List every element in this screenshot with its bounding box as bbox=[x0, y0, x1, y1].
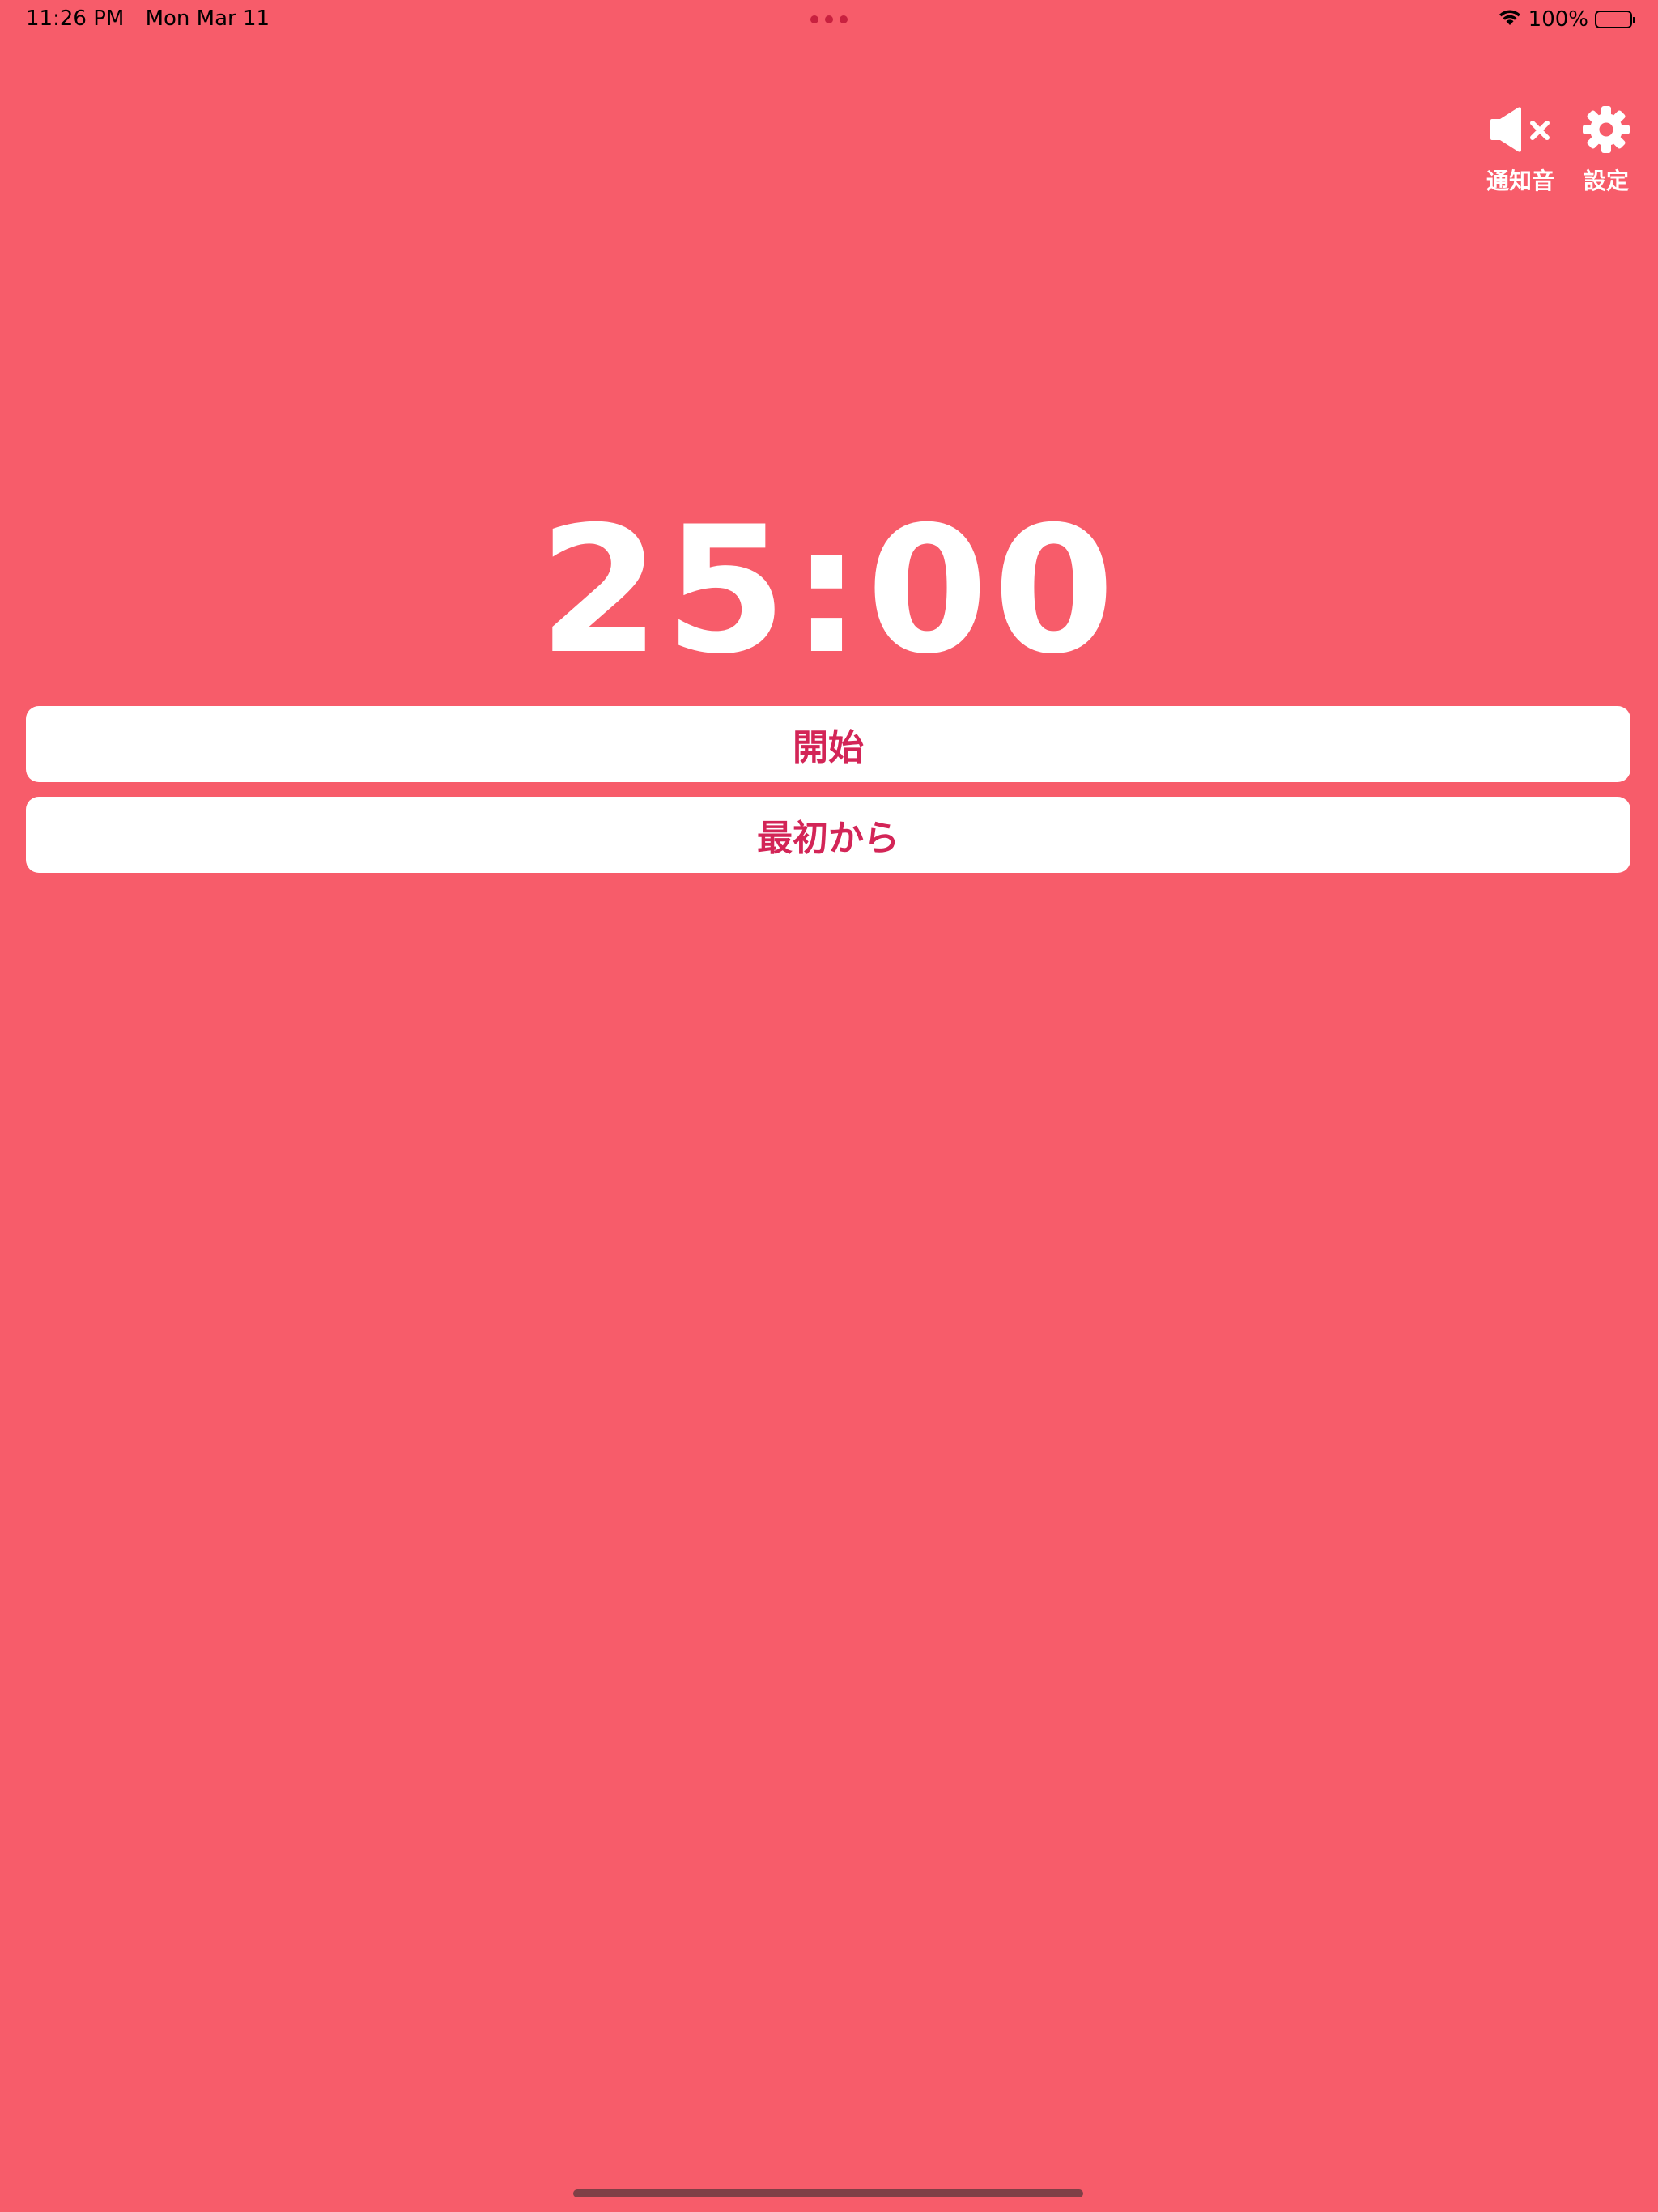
gear-icon bbox=[1582, 104, 1630, 155]
status-bar: 11:26 PM Mon Mar 11 100% bbox=[0, 0, 1658, 39]
status-left: 11:26 PM Mon Mar 11 bbox=[26, 6, 270, 31]
status-right: 100% bbox=[1498, 6, 1635, 32]
settings-button[interactable]: 設定 bbox=[1582, 104, 1630, 196]
battery-full-icon bbox=[1595, 11, 1635, 28]
status-time: 11:26 PM bbox=[26, 6, 125, 31]
top-controls: 通知音 設定 bbox=[1486, 104, 1630, 196]
multitasking-menu-icon[interactable] bbox=[810, 15, 848, 23]
sound-toggle-button[interactable]: 通知音 bbox=[1486, 104, 1554, 196]
battery-percent: 100% bbox=[1528, 7, 1588, 32]
speaker-muted-icon bbox=[1489, 104, 1552, 155]
reset-button[interactable]: 最初から bbox=[26, 797, 1630, 873]
wifi-icon bbox=[1498, 7, 1522, 32]
status-date: Mon Mar 11 bbox=[145, 6, 270, 31]
start-button[interactable]: 開始 bbox=[26, 706, 1630, 782]
sound-toggle-label: 通知音 bbox=[1486, 168, 1554, 194]
home-indicator[interactable] bbox=[573, 2189, 1083, 2197]
settings-label: 設定 bbox=[1583, 168, 1629, 194]
timer-display: 25:00 bbox=[538, 489, 1120, 692]
